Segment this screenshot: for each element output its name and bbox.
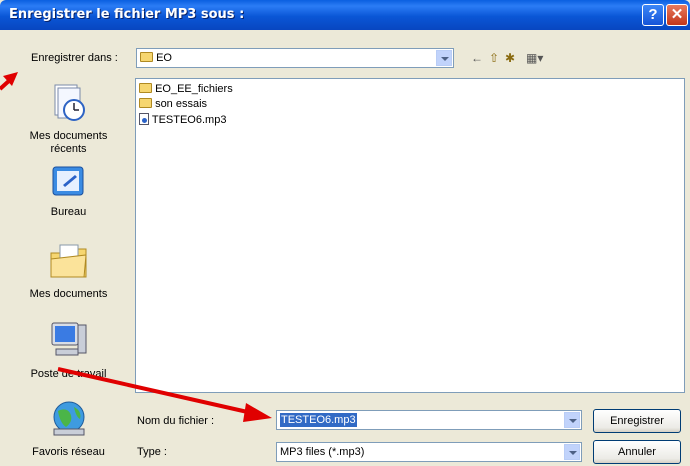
- filetype-label: Type :: [137, 446, 167, 458]
- my-computer-icon: [51, 322, 86, 356]
- chevron-down-icon[interactable]: [564, 444, 580, 460]
- view-menu-icon[interactable]: ▦▾: [526, 51, 543, 65]
- list-item[interactable]: son essais: [139, 98, 207, 110]
- recent-documents-icon: [54, 84, 85, 121]
- list-item[interactable]: EO_EE_fichiers: [139, 83, 233, 95]
- list-item[interactable]: TESTEO6.mp3: [139, 113, 226, 126]
- close-icon: ✕: [670, 6, 684, 23]
- place-recent-documents[interactable]: Mes documents récents: [11, 83, 126, 156]
- save-in-label: Enregistrer dans :: [31, 52, 118, 64]
- place-label: Mes documents: [29, 288, 108, 300]
- filename-input[interactable]: TESTEO6.mp3: [276, 410, 582, 430]
- window-title: Enregistrer le fichier MP3 sous :: [9, 7, 245, 22]
- title-bar[interactable]: Enregistrer le fichier MP3 sous : ? ✕: [0, 0, 690, 30]
- filename-label: Nom du fichier :: [137, 415, 215, 427]
- up-folder-icon[interactable]: ⇧: [489, 51, 499, 65]
- folder-icon: [139, 83, 152, 93]
- my-documents-icon: [50, 244, 87, 278]
- help-icon: ?: [648, 6, 658, 23]
- filetype-value: MP3 files (*.mp3): [280, 446, 365, 458]
- close-button[interactable]: ✕: [666, 4, 688, 26]
- filename-value: TESTEO6.mp3: [280, 413, 357, 427]
- place-network[interactable]: Favoris réseau: [11, 399, 126, 459]
- save-in-value: EO: [156, 52, 172, 64]
- filetype-dropdown[interactable]: MP3 files (*.mp3): [276, 442, 582, 462]
- cancel-button[interactable]: Annuler: [593, 440, 681, 464]
- folder-icon: [140, 52, 153, 62]
- folder-icon: [139, 98, 152, 108]
- new-folder-icon[interactable]: ✱: [505, 51, 515, 65]
- file-name: son essais: [155, 98, 208, 110]
- file-list[interactable]: EO_EE_fichiers son essais TESTEO6.mp3: [135, 78, 685, 393]
- save-in-dropdown[interactable]: EO: [136, 48, 454, 68]
- place-label: Favoris réseau: [32, 446, 105, 458]
- annotation-arrow-top: [0, 77, 13, 91]
- place-my-documents[interactable]: Mes documents: [11, 241, 126, 301]
- chevron-down-icon[interactable]: [436, 50, 452, 66]
- help-button[interactable]: ?: [642, 4, 664, 26]
- place-label: Bureau: [50, 206, 87, 218]
- file-name: EO_EE_fichiers: [155, 83, 233, 95]
- network-places-icon: [53, 401, 84, 436]
- arrowhead-filename: [243, 403, 272, 422]
- place-desktop[interactable]: Bureau: [11, 165, 126, 219]
- places-bar: Mes documents récents Bureau Mes documen…: [11, 69, 126, 461]
- file-name: TESTEO6.mp3: [151, 114, 227, 126]
- place-label: Poste de travail: [30, 368, 107, 380]
- back-icon[interactable]: ←: [471, 51, 483, 65]
- save-button[interactable]: Enregistrer: [593, 409, 681, 433]
- place-my-computer[interactable]: Poste de travail: [11, 319, 126, 381]
- chevron-down-icon[interactable]: [564, 412, 580, 428]
- desktop-icon: [52, 166, 83, 196]
- mp3-file-icon: [139, 113, 149, 125]
- place-label: Mes documents récents: [29, 130, 108, 155]
